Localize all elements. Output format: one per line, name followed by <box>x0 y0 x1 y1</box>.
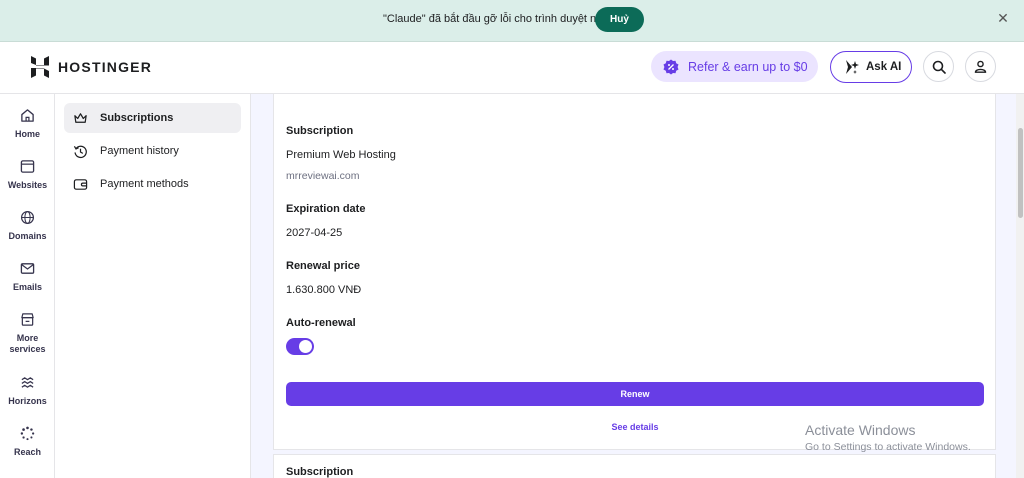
next-subscription-card: Subscription <box>273 454 996 478</box>
nav-domains-label: Domains <box>8 231 47 241</box>
sparkle-icon <box>846 60 859 74</box>
toggle-knob <box>299 340 312 353</box>
hostinger-logo-icon[interactable] <box>30 56 50 78</box>
nav-home-label: Home <box>14 129 40 139</box>
cancel-debug-button[interactable]: Huỷ <box>595 7 644 32</box>
refer-earn-label: Refer & earn up to $0 <box>688 59 808 74</box>
search-icon <box>932 60 946 74</box>
globe-icon <box>20 210 35 225</box>
close-icon[interactable]: ✕ <box>996 11 1010 25</box>
nav-horizons-label: Horizons <box>8 396 47 406</box>
nav-websites-label: Websites <box>7 180 48 190</box>
refer-earn-button[interactable]: Refer & earn up to $0 <box>651 51 818 82</box>
next-subscription-label: Subscription <box>286 466 354 478</box>
nav-reach[interactable]: Reach <box>0 426 55 458</box>
mail-icon <box>20 263 35 274</box>
wallet-icon <box>73 178 88 190</box>
waves-icon <box>21 377 34 388</box>
subnav-payment-methods[interactable]: Payment methods <box>64 169 241 199</box>
brand-name[interactable]: HOSTINGER <box>58 59 152 75</box>
user-icon <box>974 60 987 73</box>
watermark-subtitle: Go to Settings to activate Windows. <box>805 441 971 453</box>
nav-websites[interactable]: Websites <box>0 159 55 191</box>
store-icon <box>21 313 34 326</box>
auto-renewal-label: Auto-renewal <box>286 317 356 329</box>
main-content: Subscription Premium Web Hosting mrrevie… <box>251 94 1024 478</box>
nav-emails[interactable]: Emails <box>0 261 55 293</box>
main-nav-rail: Home Websites Domains Emails More servic… <box>0 94 55 478</box>
nav-horizons[interactable]: Horizons <box>0 375 55 407</box>
subnav-payment-methods-label: Payment methods <box>100 178 189 190</box>
browser-window-icon <box>20 160 35 173</box>
ask-ai-label: Ask AI <box>866 61 902 73</box>
expiration-label: Expiration date <box>286 203 366 215</box>
subscription-card: Subscription Premium Web Hosting mrrevie… <box>273 94 996 450</box>
account-button[interactable] <box>965 51 996 82</box>
banner-message: "Claude" đã bắt đầu gỡ lỗi cho trình duy… <box>383 13 608 25</box>
subnav-subscriptions[interactable]: Subscriptions <box>64 103 241 133</box>
renew-button[interactable]: Renew <box>286 382 984 406</box>
domain-name: mrreviewai.com <box>286 170 360 182</box>
history-icon <box>73 145 87 158</box>
home-icon <box>21 109 34 122</box>
windows-activation-watermark: Activate Windows Go to Settings to activ… <box>805 422 971 453</box>
spinner-icon <box>20 426 35 441</box>
auto-renewal-toggle[interactable] <box>286 338 314 355</box>
plan-name: Premium Web Hosting <box>286 149 396 161</box>
billing-subnav: Subscriptions Payment history Payment me… <box>55 94 251 478</box>
top-header: HOSTINGER Refer & earn up to $0 Ask AI <box>0 42 1024 94</box>
debug-banner: "Claude" đã bắt đầu gỡ lỗi cho trình duy… <box>0 0 1024 42</box>
nav-more-services[interactable]: More services <box>0 312 55 355</box>
nav-home[interactable]: Home <box>0 108 55 140</box>
subscription-section-label: Subscription <box>286 125 354 137</box>
nav-more-services-label: More services <box>9 333 46 354</box>
expiration-value: 2027-04-25 <box>286 227 343 239</box>
subnav-subscriptions-label: Subscriptions <box>100 112 174 124</box>
nav-emails-label: Emails <box>12 282 43 292</box>
subnav-payment-history-label: Payment history <box>100 145 179 157</box>
crown-icon <box>74 112 87 123</box>
renewal-price-label: Renewal price <box>286 260 360 272</box>
search-button[interactable] <box>923 51 954 82</box>
watermark-title: Activate Windows <box>805 422 916 438</box>
discount-badge-icon <box>663 59 679 74</box>
scrollbar-thumb[interactable] <box>1018 128 1023 218</box>
nav-domains[interactable]: Domains <box>0 210 55 242</box>
nav-reach-label: Reach <box>13 447 41 457</box>
ask-ai-button[interactable]: Ask AI <box>830 51 912 83</box>
subnav-payment-history[interactable]: Payment history <box>64 136 241 166</box>
renewal-price-value: 1.630.800 VNĐ <box>286 284 362 296</box>
